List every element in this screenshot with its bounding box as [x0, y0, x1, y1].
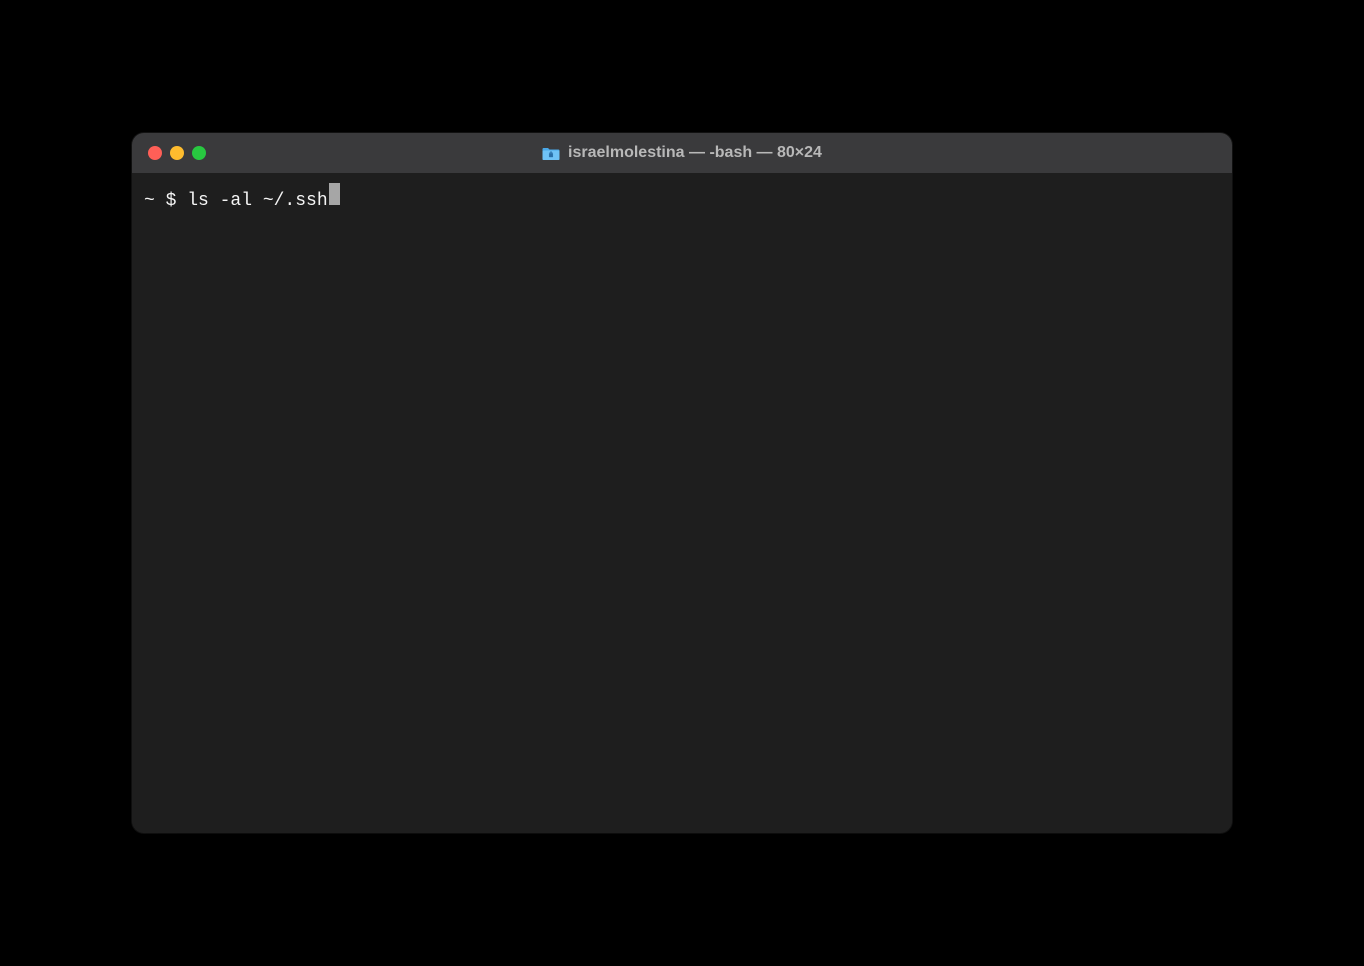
titlebar[interactable]: israelmolestina — -bash — 80×24	[132, 133, 1232, 173]
cursor	[329, 183, 340, 205]
title-content: israelmolestina — -bash — 80×24	[132, 144, 1232, 162]
window-title: israelmolestina — -bash — 80×24	[568, 144, 822, 162]
terminal-window: israelmolestina — -bash — 80×24 ~ $ ls -…	[132, 133, 1232, 833]
command-input[interactable]: ls -al ~/.ssh	[187, 189, 327, 214]
close-button[interactable]	[148, 146, 162, 160]
terminal-line: ~ $ ls -al ~/.ssh	[144, 183, 1220, 214]
terminal-body[interactable]: ~ $ ls -al ~/.ssh	[132, 173, 1232, 833]
minimize-button[interactable]	[170, 146, 184, 160]
prompt: ~ $	[144, 189, 187, 214]
folder-icon	[542, 146, 560, 161]
maximize-button[interactable]	[192, 146, 206, 160]
traffic-lights	[148, 146, 206, 160]
